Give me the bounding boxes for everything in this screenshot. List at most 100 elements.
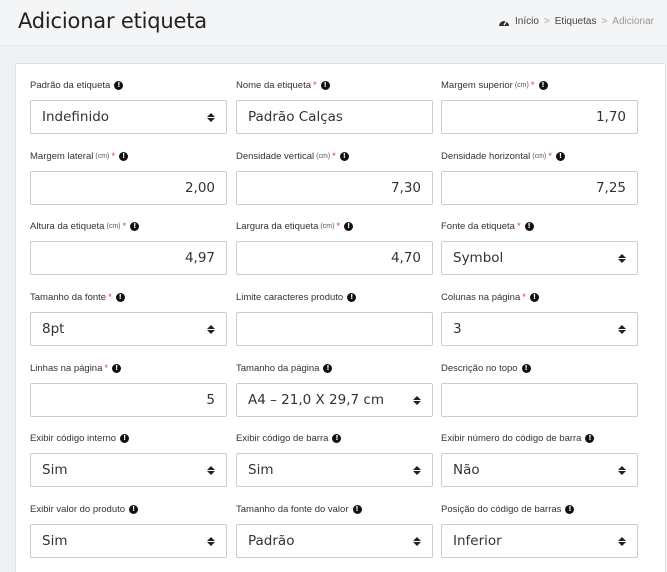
field-label: Posição do código de barras! (441, 502, 638, 516)
info-icon[interactable]: ! (130, 221, 140, 231)
exibir-numero-do-codigo-de-barra-select[interactable]: Não (441, 453, 638, 487)
exibir-valor-do-produto-select[interactable]: Sim (30, 524, 227, 558)
field-label-text: Colunas na página (441, 291, 521, 303)
descricao-no-topo-input[interactable] (441, 383, 638, 417)
required-asterisk: * (122, 220, 127, 232)
margem-lateral-input[interactable]: 2,00 (30, 171, 227, 205)
field-value: 7,25 (595, 180, 626, 196)
unit-label: (cm) (514, 81, 529, 89)
info-icon[interactable]: ! (120, 433, 130, 443)
fonte-da-etiqueta-select[interactable]: Symbol (441, 241, 638, 275)
field-label-text: Exibir código interno (30, 432, 117, 444)
tamanho-da-pagina-select[interactable]: A4 – 21,0 X 29,7 cm (236, 383, 433, 417)
tamanho-da-fonte-do-valor-select[interactable]: Padrão (236, 524, 433, 558)
breadcrumb-etiquetas[interactable]: Etiquetas (555, 16, 597, 27)
field-label: Tamanho da fonte *! (30, 290, 227, 304)
field-label-text: Exibir número do código de barra (441, 432, 582, 444)
altura-da-etiqueta-input[interactable]: 4,97 (30, 241, 227, 275)
select-caret-icon (207, 112, 215, 122)
field-label-text: Densidade horizontal (441, 150, 531, 162)
breadcrumb-separator: > (543, 16, 550, 27)
required-asterisk: * (522, 291, 526, 303)
limite-caracteres-produto-input[interactable] (236, 312, 433, 346)
field-value: Indefinido (42, 109, 110, 125)
info-icon[interactable]: ! (565, 504, 575, 514)
info-icon[interactable]: ! (115, 292, 125, 302)
exibir-codigo-de-barra-select[interactable]: Sim (236, 453, 433, 487)
select-caret-icon (413, 536, 421, 546)
field-label-text: Tamanho da fonte (30, 291, 107, 303)
field-label: Nome da etiqueta *! (236, 78, 433, 92)
colunas-na-pagina-select[interactable]: 3 (441, 312, 638, 346)
field-value: 7,30 (390, 180, 421, 196)
select-caret-icon (207, 324, 215, 334)
info-icon[interactable]: ! (129, 504, 139, 514)
field-exibir-codigo-interno: Exibir código interno! Sim (30, 431, 227, 487)
field-value: 8pt (42, 321, 65, 337)
info-icon[interactable]: ! (555, 151, 565, 161)
field-label-text: Fonte da etiqueta (441, 220, 515, 232)
breadcrumb: Início > Etiquetas > Adicionar (498, 16, 654, 27)
info-icon[interactable]: ! (114, 80, 124, 90)
linhas-na-pagina-input[interactable]: 5 (30, 383, 227, 417)
field-label-text: Largura da etiqueta (236, 220, 319, 232)
exibir-codigo-interno-select[interactable]: Sim (30, 453, 227, 487)
unit-label: (cm) (532, 152, 547, 160)
field-margem-superior: Margem superior (cm) *! 1,70 (441, 78, 638, 134)
required-asterisk: * (548, 150, 552, 162)
info-icon[interactable]: ! (347, 292, 357, 302)
info-icon[interactable]: ! (524, 221, 534, 231)
field-label-text: Descrição no topo (441, 362, 518, 374)
select-caret-icon (413, 465, 421, 475)
field-limite-caracteres-produto: Limite caracteres produto! (236, 290, 433, 346)
required-asterisk: * (516, 220, 521, 232)
select-caret-icon (207, 536, 215, 546)
unit-label: (cm) (316, 152, 331, 160)
padrao-da-etiqueta-select[interactable]: Indefinido (30, 100, 227, 134)
field-densidade-horizontal: Densidade horizontal (cm) *! 7,25 (441, 149, 638, 205)
field-label: Colunas na página *! (441, 290, 638, 304)
info-icon[interactable]: ! (119, 151, 129, 161)
field-altura-da-etiqueta: Altura da etiqueta (cm) *! 4,97 (30, 219, 227, 275)
select-caret-icon (618, 253, 626, 263)
field-largura-da-etiqueta: Largura da etiqueta (cm) *! 4,70 (236, 219, 433, 275)
field-tamanho-da-fonte-do-valor: Tamanho da fonte do valor! Padrão (236, 502, 433, 558)
margem-superior-input[interactable]: 1,70 (441, 100, 638, 134)
dashboard-icon (499, 20, 509, 26)
info-icon[interactable]: ! (538, 80, 548, 90)
field-label: Altura da etiqueta (cm) *! (30, 219, 227, 233)
field-value: Padrão (248, 533, 295, 549)
page-header: Adicionar etiqueta Início > Etiquetas > … (0, 0, 667, 46)
field-label-text: Margem lateral (30, 150, 94, 162)
required-asterisk: * (530, 79, 535, 91)
info-icon[interactable]: ! (320, 80, 330, 90)
field-label-text: Tamanho da fonte do valor (236, 503, 349, 515)
field-label-text: Linhas na página (30, 362, 103, 374)
info-icon[interactable]: ! (323, 363, 333, 373)
densidade-vertical-input[interactable]: 7,30 (236, 171, 433, 205)
field-label: Exibir código de barra! (236, 431, 433, 445)
field-value: Padrão Calças (248, 109, 343, 125)
select-caret-icon (618, 536, 626, 546)
info-icon[interactable]: ! (529, 292, 539, 302)
field-padrao-da-etiqueta: Padrão da etiqueta! Indefinido (30, 78, 227, 134)
info-icon[interactable]: ! (585, 433, 595, 443)
largura-da-etiqueta-input[interactable]: 4,70 (236, 241, 433, 275)
densidade-horizontal-input[interactable]: 7,25 (441, 171, 638, 205)
field-label-text: Padrão da etiqueta (30, 79, 111, 91)
info-icon[interactable]: ! (521, 363, 531, 373)
posicao-do-codigo-de-barras-select[interactable]: Inferior (441, 524, 638, 558)
nome-da-etiqueta-input[interactable]: Padrão Calças (236, 100, 433, 134)
field-label-text: Altura da etiqueta (30, 220, 105, 232)
field-value: Symbol (453, 250, 504, 266)
info-icon[interactable]: ! (332, 433, 342, 443)
field-label: Exibir número do código de barra! (441, 431, 638, 445)
field-value: Sim (42, 462, 68, 478)
info-icon[interactable]: ! (352, 504, 362, 514)
info-icon[interactable]: ! (112, 363, 122, 373)
info-icon[interactable]: ! (344, 221, 354, 231)
breadcrumb-home[interactable]: Início (515, 16, 539, 27)
info-icon[interactable]: ! (339, 151, 349, 161)
field-label: Margem superior (cm) *! (441, 78, 638, 92)
tamanho-da-fonte-select[interactable]: 8pt (30, 312, 227, 346)
